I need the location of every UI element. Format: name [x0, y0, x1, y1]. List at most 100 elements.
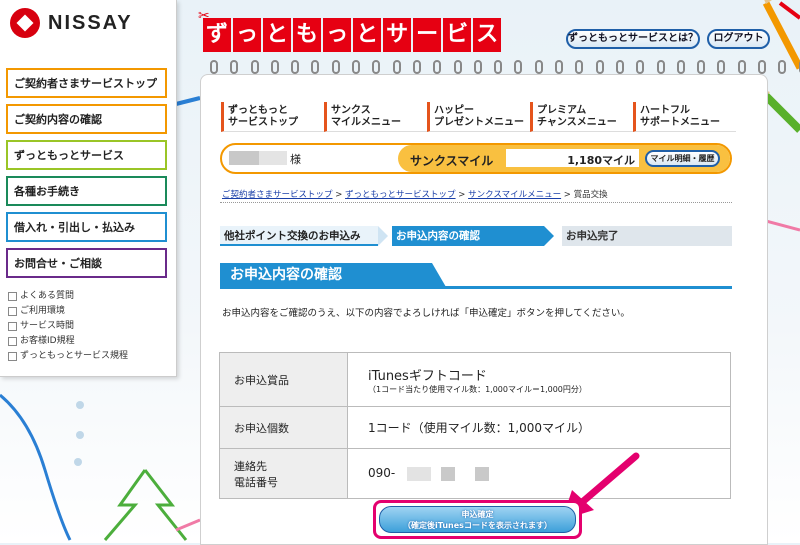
nissay-logo[interactable]: NISSAY	[10, 8, 133, 38]
ring-icon	[291, 60, 300, 74]
mile-value: 1,180マイル	[567, 154, 635, 167]
checkbox-icon	[8, 307, 17, 316]
pencil-icon	[175, 96, 201, 106]
ring-icon	[412, 60, 421, 74]
mile-label: サンクスマイル	[410, 154, 494, 168]
submit-confirm-button[interactable]: 申込確定 （確定後iTunesコードを表示されます）	[373, 500, 582, 539]
ring-icon	[473, 60, 482, 74]
breadcrumb-separator: >	[458, 190, 466, 200]
breadcrumb-current: 賞品交換	[573, 190, 608, 200]
sidebar-link-service-hours[interactable]: サービス時間	[8, 319, 128, 334]
ring-icon	[210, 60, 218, 74]
section-underline	[220, 286, 732, 289]
ring-icon	[433, 60, 442, 74]
phone-prefix: 090-	[368, 466, 396, 481]
step-arrow-icon	[544, 226, 554, 246]
ring-icon	[372, 60, 381, 74]
logo-text: NISSAY	[48, 11, 133, 34]
sidebar-item-label: 各種お手続き	[14, 185, 80, 198]
tab-heartful-support[interactable]: ハートフル サポートメニュー	[633, 102, 736, 132]
string-icon	[0, 393, 72, 541]
breadcrumb-separator: >	[563, 190, 571, 200]
tab-service-top[interactable]: ずっともっと サービストップ	[221, 102, 324, 132]
redacted-phone	[440, 466, 455, 481]
step-1: 他社ポイント交換のお申込み	[220, 226, 378, 246]
contact-label: 連絡先 電話番号	[219, 448, 348, 499]
sidebar-link-environment[interactable]: ご利用環境	[8, 304, 128, 319]
instruction-text: お申込内容をご確認のうえ、以下の内容でよろしければ「申込確定」ボタンを押してくだ…	[222, 308, 630, 319]
table-row: 連絡先 電話番号 090-	[219, 448, 731, 499]
sidebar-item-loans[interactable]: 借入れ・引出し・払込み	[6, 212, 167, 242]
table-row: お申込賞品 iTunesギフトコード （1コード当たり使用マイル数：1,000マ…	[219, 352, 731, 407]
divider	[220, 202, 732, 203]
step-3: お申込完了	[562, 226, 732, 246]
ring-icon	[311, 60, 320, 74]
ring-icon	[352, 60, 361, 74]
ring-icon	[555, 60, 564, 74]
checkbox-icon	[8, 292, 17, 301]
breadcrumb-link-service-top[interactable]: ずっともっとサービストップ	[345, 190, 456, 200]
product-label: お申込賞品	[219, 352, 348, 407]
breadcrumb: ご契約者さまサービストップ > ずっともっとサービストップ > サンクスマイルメ…	[222, 188, 608, 200]
nissay-logo-icon	[10, 8, 40, 38]
honorific: 様	[290, 153, 301, 166]
quantity-label: お申込個数	[219, 406, 348, 449]
tab-premium-chance[interactable]: プレミアム チャンスメニュー	[530, 102, 633, 132]
ring-icon	[737, 60, 746, 74]
ring-icon	[494, 60, 503, 74]
sidebar-link-id-rules[interactable]: お客様ID規程	[8, 334, 128, 349]
table-row: お申込個数 1コード（使用マイル数：1,000マイル）	[219, 406, 731, 449]
sidebar-item-inquiries[interactable]: お問合せ・ご相談	[6, 248, 167, 278]
step-arrow-icon	[378, 226, 388, 246]
ring-icon	[534, 60, 543, 74]
step-2-current: お申込内容の確認	[392, 226, 544, 246]
sidebar-item-contract-details[interactable]: ご契約内容の確認	[6, 104, 167, 134]
redacted-name	[259, 151, 287, 165]
sidebar-sub-links: よくある質問 ご利用環境 サービス時間 お客様ID規程 ずっともっとサービス規程	[8, 289, 128, 364]
redacted-phone	[407, 466, 432, 481]
product-cell: iTunesギフトコード （1コード当たり使用マイル数：1,000マイル＝1,0…	[347, 352, 731, 407]
tree-sketch-icon	[103, 469, 188, 541]
menu-tabs: ずっともっと サービストップ サンクス マイルメニュー ハッピー プレゼントメニ…	[221, 102, 736, 132]
notebook-rings	[210, 60, 800, 74]
sidebar-link-faq[interactable]: よくある質問	[8, 289, 128, 304]
sidebar-item-label: ご契約内容の確認	[14, 113, 102, 126]
breadcrumb-link-thanks-mile[interactable]: サンクスマイルメニュー	[468, 190, 561, 200]
ring-icon	[453, 60, 462, 74]
ring-icon	[615, 60, 624, 74]
ring-icon	[697, 60, 706, 74]
sidebar-item-label: 借入れ・引出し・払込み	[14, 221, 135, 234]
sidebar-link-service-rules[interactable]: ずっともっとサービス規程	[8, 349, 128, 364]
sidebar-item-procedures[interactable]: 各種お手続き	[6, 176, 167, 206]
breadcrumb-link-contractor-top[interactable]: ご契約者さまサービストップ	[222, 190, 333, 200]
tab-thanks-mile[interactable]: サンクス マイルメニュー	[324, 102, 427, 132]
service-title: ずっともっとサービス	[203, 18, 502, 52]
product-name: iTunesギフトコード	[368, 368, 487, 384]
checkbox-icon	[8, 337, 17, 346]
dot-decoration-icon	[74, 401, 84, 466]
sidebar-item-contractor-top[interactable]: ご契約者さまサービストップ	[6, 68, 167, 98]
sidebar-item-label: ご契約者さまサービストップ	[14, 77, 157, 90]
logout-button[interactable]: ログアウト	[707, 29, 770, 49]
about-service-button[interactable]: ずっともっとサービスとは？	[566, 29, 700, 49]
mile-detail-button[interactable]: マイル明細・履歴	[645, 150, 720, 167]
ring-icon	[595, 60, 604, 74]
checkbox-icon	[8, 352, 17, 361]
sidebar: NISSAY ご契約者さまサービストップ ご契約内容の確認 ずっともっとサービス…	[0, 0, 177, 377]
ring-icon	[636, 60, 645, 74]
checkbox-icon	[8, 322, 17, 331]
ring-icon	[514, 60, 523, 74]
ring-icon	[758, 60, 767, 74]
phone-cell: 090-	[347, 448, 731, 499]
redacted-name	[229, 151, 259, 165]
ring-icon	[392, 60, 401, 74]
ring-icon	[778, 60, 787, 74]
ring-icon	[270, 60, 279, 74]
sidebar-item-label: お問合せ・ご相談	[14, 257, 102, 270]
sidebar-item-zutto-motto[interactable]: ずっともっとサービス	[6, 140, 167, 170]
section-title: お申込内容の確認	[220, 263, 446, 287]
sidebar-item-label: ずっともっとサービス	[14, 149, 124, 162]
red-pencil-icon	[778, 1, 800, 20]
tab-happy-present[interactable]: ハッピー プレゼントメニュー	[427, 102, 530, 132]
side-menu: ご契約者さまサービストップ ご契約内容の確認 ずっともっとサービス 各種お手続き…	[6, 68, 167, 284]
